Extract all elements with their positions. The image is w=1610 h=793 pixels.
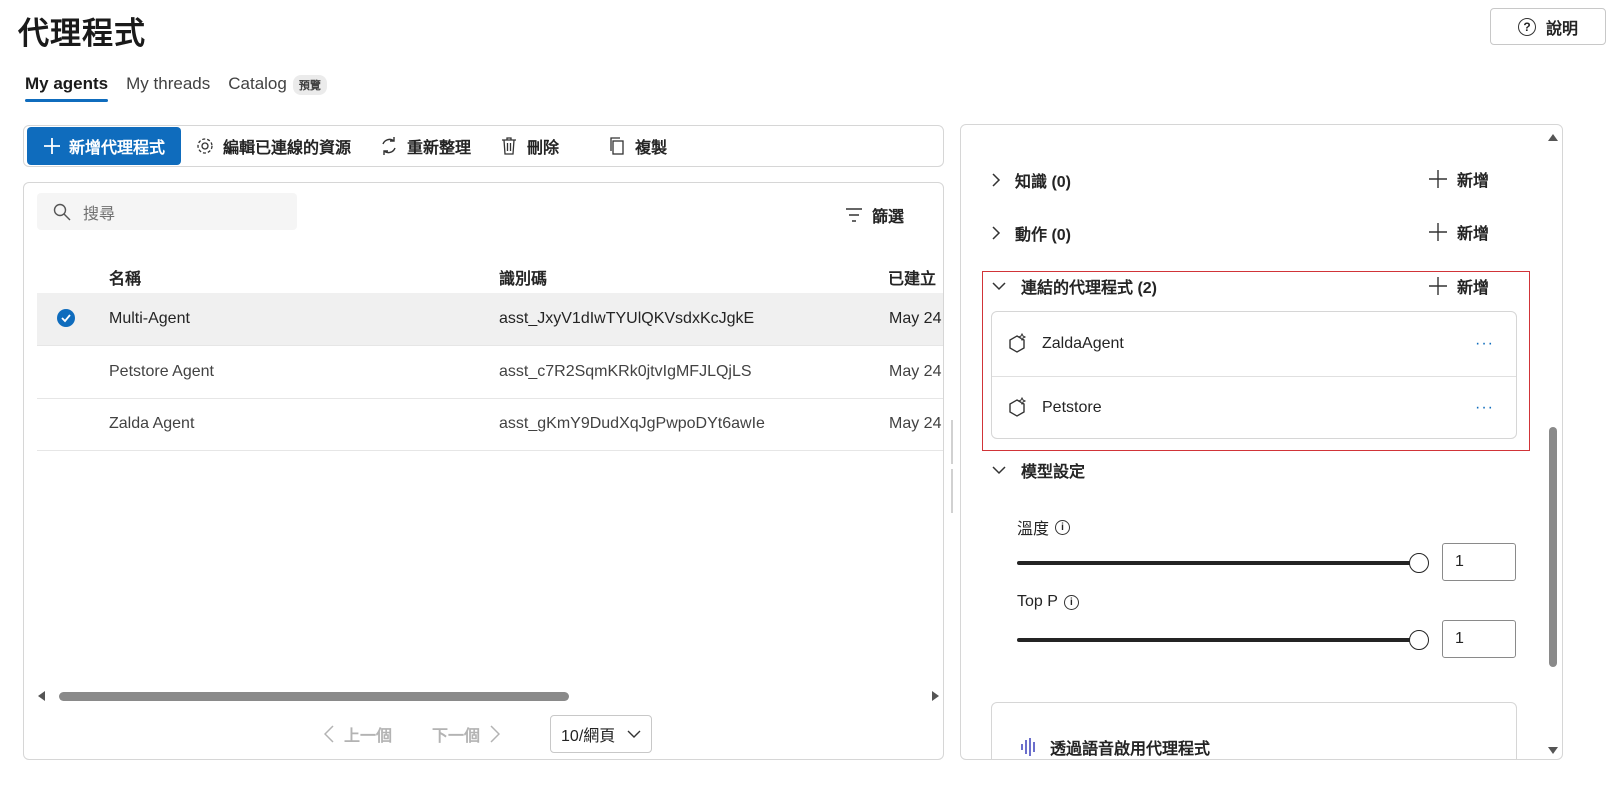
add-connected-agent-button[interactable]: 新增	[1429, 274, 1489, 298]
connected-agent-item[interactable]: Petstore ···	[992, 376, 1516, 440]
edit-resources-button[interactable]: 編輯已連線的資源	[181, 127, 365, 165]
new-agent-button[interactable]: 新增代理程式	[27, 127, 182, 165]
chevron-down-icon	[992, 282, 1006, 291]
panel-splitter[interactable]	[951, 420, 957, 513]
more-options-icon[interactable]: ···	[1475, 335, 1494, 353]
connected-agent-item[interactable]: ZaldaAgent ···	[992, 312, 1516, 377]
add-action-button[interactable]: 新增	[1429, 220, 1489, 244]
info-icon[interactable]: i	[1063, 594, 1079, 610]
scroll-down-icon[interactable]	[1548, 747, 1558, 755]
chevron-down-icon	[992, 466, 1006, 475]
agent-name: Zalda Agent	[109, 415, 195, 432]
next-page-button[interactable]: 下一個	[432, 722, 501, 746]
horizontal-scrollbar[interactable]	[37, 689, 940, 703]
selected-check-icon[interactable]	[57, 309, 75, 327]
command-toolbar: 新增代理程式 編輯已連線的資源 重新整理 刪除 複製	[23, 125, 944, 167]
agent-name: Petstore Agent	[109, 363, 214, 380]
voice-card: 透過語音啟用代理程式	[991, 702, 1517, 759]
top-p-label: Top P i	[1017, 593, 1079, 611]
preview-badge: 預覽	[292, 74, 327, 95]
agent-name: Multi-Agent	[109, 310, 190, 327]
agent-created: May 24,	[889, 415, 944, 432]
prev-page-button[interactable]: 上一個	[324, 722, 392, 746]
temperature-input[interactable]: 1	[1442, 543, 1516, 581]
voice-waveform-icon	[1021, 738, 1035, 756]
slider-thumb[interactable]	[1409, 630, 1429, 650]
connected-agents-section-toggle[interactable]: 連結的代理程式 (2)	[991, 274, 1157, 298]
plus-icon	[44, 138, 60, 154]
search-icon	[53, 203, 71, 220]
agents-table-panel: 搜尋 篩選 名稱 識別碼 已建立 Multi-Agent asst_JxyV1d…	[23, 182, 944, 760]
page-size-select[interactable]: 10/網頁	[550, 715, 653, 753]
page-title: 代理程式	[18, 16, 146, 51]
scroll-up-icon[interactable]	[1548, 133, 1558, 141]
column-header-created[interactable]: 已建立	[888, 265, 936, 289]
table-header: 名稱 識別碼 已建立	[24, 255, 943, 293]
chevron-right-icon	[992, 173, 1001, 187]
chevron-right-icon	[490, 725, 501, 743]
agent-created: May 24,	[889, 310, 944, 327]
agent-icon	[1009, 397, 1027, 417]
table-row[interactable]: Zalda Agent asst_gKmY9DudXqJgPwpoDYt6awI…	[37, 398, 944, 451]
temperature-label: 溫度 i	[1017, 515, 1071, 539]
delete-button[interactable]: 刪除	[485, 127, 573, 165]
plus-icon	[1429, 170, 1447, 188]
vertical-scrollbar[interactable]	[1545, 125, 1561, 759]
knowledge-section-toggle[interactable]: 知識 (0)	[991, 168, 1071, 192]
help-label: 說明	[1545, 20, 1578, 38]
tab-my-threads[interactable]: My threads	[126, 74, 210, 100]
filter-icon	[846, 208, 862, 222]
tab-catalog[interactable]: Catalog 預覽	[228, 74, 327, 101]
refresh-button[interactable]: 重新整理	[365, 127, 485, 165]
agent-icon	[1009, 333, 1027, 353]
add-knowledge-button[interactable]: 新增	[1429, 167, 1489, 191]
gear-icon	[197, 138, 213, 154]
tab-my-agents[interactable]: My agents	[25, 74, 109, 103]
voice-enable-title[interactable]: 透過語音啟用代理程式	[1020, 735, 1210, 759]
scroll-left-icon[interactable]	[37, 691, 47, 701]
table-row[interactable]: Multi-Agent asst_JxyV1dIwTYUlQKVsdxKcJgk…	[37, 293, 944, 346]
info-icon[interactable]: i	[1055, 519, 1071, 535]
column-header-name[interactable]: 名稱	[109, 265, 141, 289]
search-input[interactable]: 搜尋	[37, 193, 297, 230]
connected-agent-name: ZaldaAgent	[1042, 335, 1124, 352]
more-options-icon[interactable]: ···	[1475, 399, 1494, 417]
slider-thumb[interactable]	[1409, 553, 1429, 573]
top-p-input[interactable]: 1	[1442, 620, 1516, 658]
scrollbar-thumb[interactable]	[1549, 427, 1557, 667]
top-p-slider[interactable]	[1017, 629, 1429, 651]
copy-button[interactable]: 複製	[593, 127, 681, 165]
refresh-icon	[382, 137, 396, 155]
help-button[interactable]: ? 說明	[1490, 8, 1606, 45]
connected-agent-name: Petstore	[1042, 399, 1102, 416]
actions-section-toggle[interactable]: 動作 (0)	[991, 221, 1071, 245]
chevron-left-icon	[324, 725, 334, 743]
agent-created: May 24,	[889, 363, 944, 380]
question-circle-icon: ?	[1517, 17, 1536, 36]
scroll-right-icon[interactable]	[930, 691, 940, 701]
chevron-down-icon	[627, 730, 641, 738]
trash-icon	[502, 137, 517, 155]
agent-id: asst_gKmY9DudXqJgPwpoDYt6awIe	[499, 415, 765, 432]
chevron-right-icon	[992, 226, 1001, 240]
model-settings-section-toggle[interactable]: 模型設定	[991, 458, 1085, 482]
search-placeholder: 搜尋	[83, 205, 116, 223]
agent-id: asst_c7R2SqmKRk0jtvIgMFJLQjLS	[499, 363, 752, 380]
filter-button[interactable]: 篩選	[846, 203, 904, 227]
table-row[interactable]: Petstore Agent asst_c7R2SqmKRk0jtvIgMFJL…	[37, 346, 944, 399]
copy-icon	[610, 137, 624, 155]
pagination: 上一個 下一個 10/網頁	[324, 715, 653, 753]
scrollbar-thumb[interactable]	[59, 692, 569, 701]
column-header-id[interactable]: 識別碼	[499, 265, 547, 289]
agent-details-panel: 知識 (0) 新增 動作 (0) 新增 連結的代理程式 (2) 新增 Zalda…	[960, 124, 1563, 760]
plus-icon	[1429, 277, 1447, 295]
tab-bar: My agents My threads Catalog 預覽	[25, 74, 327, 103]
connected-agents-list: ZaldaAgent ··· Petstore ···	[991, 311, 1517, 439]
plus-icon	[1429, 223, 1447, 241]
agent-id: asst_JxyV1dIwTYUlQKVsdxKcJgkE	[499, 310, 755, 327]
temperature-slider[interactable]	[1017, 552, 1429, 574]
